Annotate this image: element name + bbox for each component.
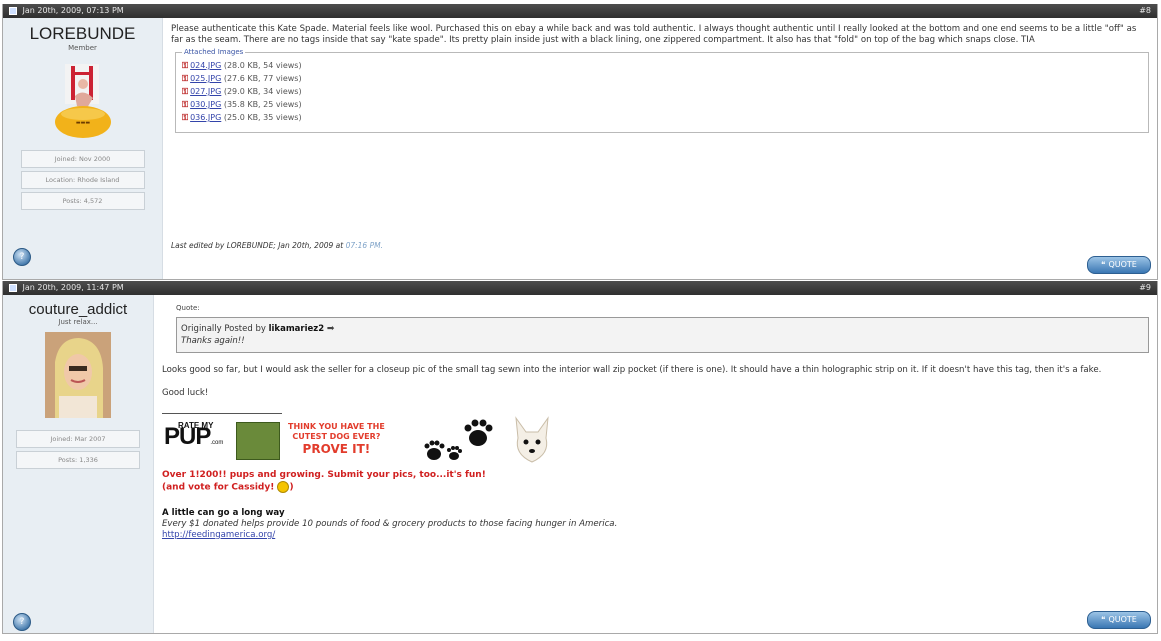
quote-text: Thanks again!! bbox=[181, 336, 245, 346]
signature-vote-text: (and vote for Cassidy! bbox=[162, 482, 275, 493]
paperclip-icon: ⚿ bbox=[182, 87, 189, 96]
post-icon bbox=[9, 6, 17, 15]
username-link[interactable]: couture_addict bbox=[3, 301, 153, 318]
post-number-link[interactable]: #8 bbox=[1139, 4, 1151, 18]
user-title: Just relax... bbox=[58, 318, 98, 326]
signature-link[interactable]: http://feedingamerica.org/ bbox=[162, 530, 1149, 541]
post-date: Jan 20th, 2009, 11:47 PM bbox=[22, 283, 124, 292]
quote-button[interactable]: ❝ QUOTE bbox=[1087, 611, 1151, 629]
attachment-item: ⚿ 025.JPG (27.6 KB, 77 views) bbox=[182, 72, 1142, 85]
banner-dog-photo bbox=[236, 422, 280, 460]
user-sidebar: LOREBUNDE Member ▬▬▬ Joined: Nov 2000 Lo… bbox=[3, 18, 163, 279]
paperclip-icon: ⚿ bbox=[182, 113, 189, 122]
paperclip-icon: ⚿ bbox=[182, 74, 189, 83]
post-header: Jan 20th, 2009, 11:47 PM #9 bbox=[3, 281, 1157, 295]
attachment-meta: (35.8 KB, 25 views) bbox=[223, 100, 302, 109]
attachments-legend: Attached Images bbox=[182, 47, 246, 58]
edited-time: 07:16 PM. bbox=[345, 241, 383, 250]
smiley-icon bbox=[277, 481, 290, 493]
signature-vote: (and vote for Cassidy! ) bbox=[162, 481, 294, 493]
post-icon bbox=[9, 283, 17, 292]
ratemypup-banner[interactable]: RATE MY PUP.com THINK YOU HAVE THE CUTES… bbox=[162, 414, 554, 470]
post-count: Posts: 1,336 bbox=[16, 451, 140, 469]
banner-pup: PUP bbox=[164, 423, 211, 450]
post-message: Please authenticate this Kate Spade. Mat… bbox=[171, 24, 1137, 45]
paperclip-icon: ⚿ bbox=[182, 61, 189, 70]
joined-date: Joined: Mar 2007 bbox=[16, 430, 140, 448]
post-header: Jan 20th, 2009, 07:13 PM #8 bbox=[3, 4, 1157, 18]
online-status-icon[interactable]: ? bbox=[13, 613, 31, 631]
attachment-meta: (29.0 KB, 34 views) bbox=[223, 87, 302, 96]
quoted-post: Originally Posted by likamariez2 ➡ Thank… bbox=[176, 317, 1149, 353]
quote-prefix: Originally Posted by bbox=[181, 324, 266, 334]
attachment-link[interactable]: 027.JPG bbox=[190, 87, 221, 96]
attachment-link[interactable]: 025.JPG bbox=[190, 74, 221, 83]
avatar[interactable]: ▬▬▬ bbox=[53, 58, 113, 138]
quote-icon: ❝ bbox=[1101, 615, 1106, 624]
quote-button[interactable]: ❝ QUOTE bbox=[1087, 256, 1151, 274]
quote-icon: ❝ bbox=[1101, 260, 1106, 269]
edited-note: Last edited by LOREBUNDE; Jan 20th, 2009… bbox=[171, 240, 383, 251]
joined-date: Joined: Nov 2000 bbox=[20, 150, 145, 168]
post-content: Quote: Originally Posted by likamariez2 … bbox=[154, 295, 1157, 633]
username-link[interactable]: LOREBUNDE bbox=[3, 24, 162, 44]
attachment-meta: (27.6 KB, 77 views) bbox=[223, 74, 302, 83]
banner-tagline-1: THINK YOU HAVE THE bbox=[288, 422, 385, 431]
attachment-item: ⚿ 027.JPG (29.0 KB, 34 views) bbox=[182, 85, 1142, 98]
signature-text: Every $1 donated helps provide 10 pounds… bbox=[162, 518, 618, 529]
banner-tagline: THINK YOU HAVE THE CUTEST DOG EVER? PROV… bbox=[288, 422, 385, 456]
attachment-item: ⚿ 024.JPG (28.0 KB, 54 views) bbox=[182, 59, 1142, 72]
quote-attribution: Originally Posted by likamariez2 ➡ bbox=[181, 323, 1144, 335]
good-luck-text: Good luck! bbox=[162, 388, 209, 398]
quote-author: likamariez2 bbox=[268, 324, 325, 334]
paw-prints-icon bbox=[420, 416, 500, 470]
signature-heading: A little can go a long way bbox=[162, 507, 285, 518]
user-location: Location: Rhode Island bbox=[20, 171, 145, 189]
view-post-arrow-icon[interactable]: ➡ bbox=[327, 323, 335, 335]
avatar[interactable] bbox=[45, 332, 111, 418]
post-message: Looks good so far, but I would ask the s… bbox=[162, 365, 1102, 375]
paperclip-icon: ⚿ bbox=[182, 100, 189, 109]
banner-tagline-2: CUTEST DOG EVER? bbox=[292, 432, 381, 441]
banner-dotcom: .com bbox=[210, 440, 224, 446]
chihuahua-image bbox=[510, 414, 554, 470]
post-count: Posts: 4,572 bbox=[20, 192, 145, 210]
signature-promo: Over 1!200!! pups and growing. Submit yo… bbox=[162, 470, 486, 480]
quote-button-label: QUOTE bbox=[1108, 260, 1137, 269]
quote-label: Quote: bbox=[176, 304, 200, 312]
attachments-box: Attached Images ⚿ 024.JPG (28.0 KB, 54 vi… bbox=[175, 47, 1149, 133]
banner-prove-it: PROVE IT! bbox=[302, 442, 371, 456]
post-2: Jan 20th, 2009, 11:47 PM #9 couture_addi… bbox=[2, 281, 1158, 634]
attachment-link[interactable]: 024.JPG bbox=[190, 61, 221, 70]
attachment-item: ⚿ 030.JPG (35.8 KB, 25 views) bbox=[182, 98, 1142, 111]
attachment-meta: (25.0 KB, 35 views) bbox=[223, 113, 302, 122]
attachment-meta: (28.0 KB, 54 views) bbox=[223, 61, 302, 70]
svg-text:▬▬▬: ▬▬▬ bbox=[75, 120, 89, 126]
user-sidebar: couture_addict Just relax... Joined: Mar… bbox=[3, 295, 154, 633]
post-date: Jan 20th, 2009, 07:13 PM bbox=[22, 6, 124, 15]
thread: Jan 20th, 2009, 07:13 PM #8 LOREBUNDE Me… bbox=[2, 4, 1158, 634]
post-content: Please authenticate this Kate Spade. Mat… bbox=[163, 18, 1157, 279]
post-1: Jan 20th, 2009, 07:13 PM #8 LOREBUNDE Me… bbox=[2, 4, 1158, 280]
online-status-icon[interactable]: ? bbox=[13, 248, 31, 266]
banner-logo: RATE MY PUP.com bbox=[164, 420, 223, 449]
post-number-link[interactable]: #9 bbox=[1139, 281, 1151, 295]
attachment-link[interactable]: 030.JPG bbox=[190, 100, 221, 109]
attachment-item: ⚿ 036.JPG (25.0 KB, 35 views) bbox=[182, 111, 1142, 124]
user-title: Member bbox=[68, 44, 97, 52]
quote-button-label: QUOTE bbox=[1108, 615, 1137, 624]
attachment-link[interactable]: 036.JPG bbox=[190, 113, 221, 122]
edited-text: Last edited by LOREBUNDE; Jan 20th, 2009… bbox=[171, 241, 344, 250]
